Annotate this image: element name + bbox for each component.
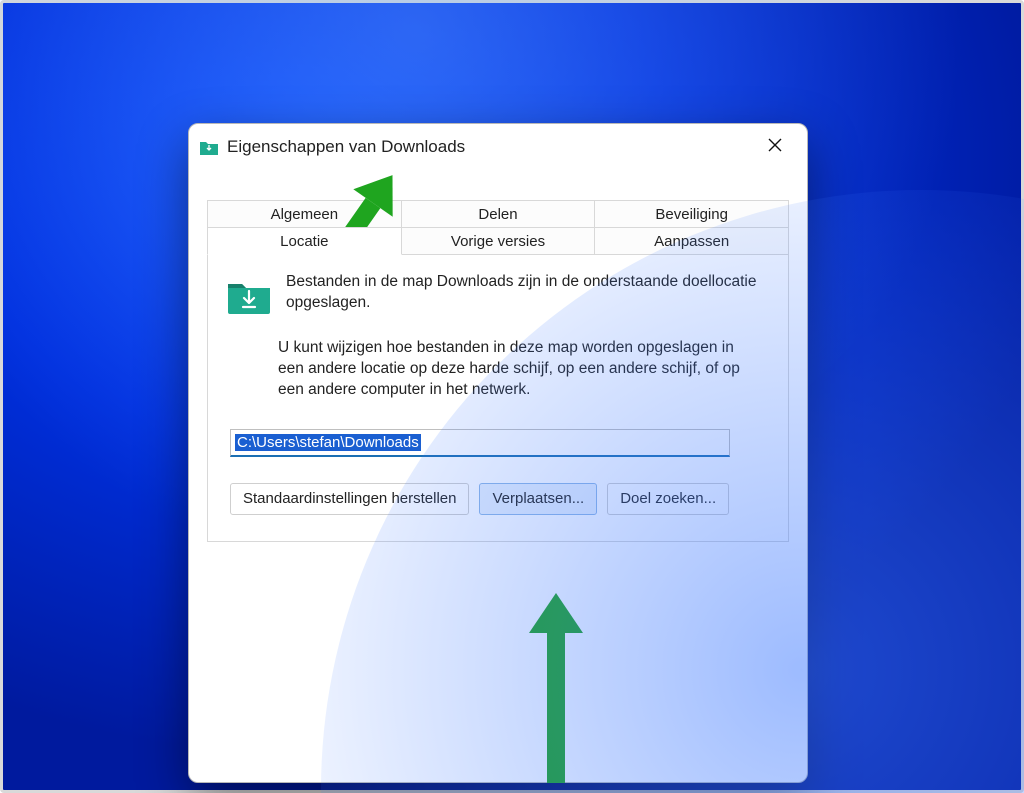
restore-defaults-button[interactable]: Standaardinstellingen herstellen: [230, 483, 469, 515]
tab-algemeen[interactable]: Algemeen: [207, 200, 402, 228]
close-button[interactable]: [757, 129, 793, 165]
titlebar: Eigenschappen van Downloads: [189, 124, 807, 170]
tab-aanpassen[interactable]: Aanpassen: [594, 227, 789, 255]
tab-beveiliging[interactable]: Beveiliging: [594, 200, 789, 228]
tab-locatie[interactable]: Locatie: [207, 227, 402, 255]
location-path-input[interactable]: C:\Users\stefan\Downloads: [230, 429, 730, 457]
help-text: U kunt wijzigen hoe bestanden in deze ma…: [278, 338, 770, 401]
desktop-background: Eigenschappen van Downloads Algemeen Del…: [0, 0, 1024, 793]
tab-delen[interactable]: Delen: [401, 200, 596, 228]
description-text: Bestanden in de map Downloads zijn in de…: [286, 272, 770, 314]
properties-dialog: Eigenschappen van Downloads Algemeen Del…: [188, 123, 808, 783]
move-button[interactable]: Verplaatsen...: [479, 483, 597, 515]
tab-panel-locatie: Bestanden in de map Downloads zijn in de…: [207, 254, 789, 542]
downloads-large-icon: [226, 276, 272, 316]
tab-vorige-versies[interactable]: Vorige versies: [401, 227, 596, 255]
dialog-title: Eigenschappen van Downloads: [227, 137, 757, 157]
location-path-value: C:\Users\stefan\Downloads: [235, 434, 421, 451]
find-target-button[interactable]: Doel zoeken...: [607, 483, 729, 515]
close-icon: [767, 137, 783, 158]
tabs-container: Algemeen Delen Beveiliging Locatie Vorig…: [189, 170, 807, 542]
downloads-folder-icon: [199, 137, 219, 157]
